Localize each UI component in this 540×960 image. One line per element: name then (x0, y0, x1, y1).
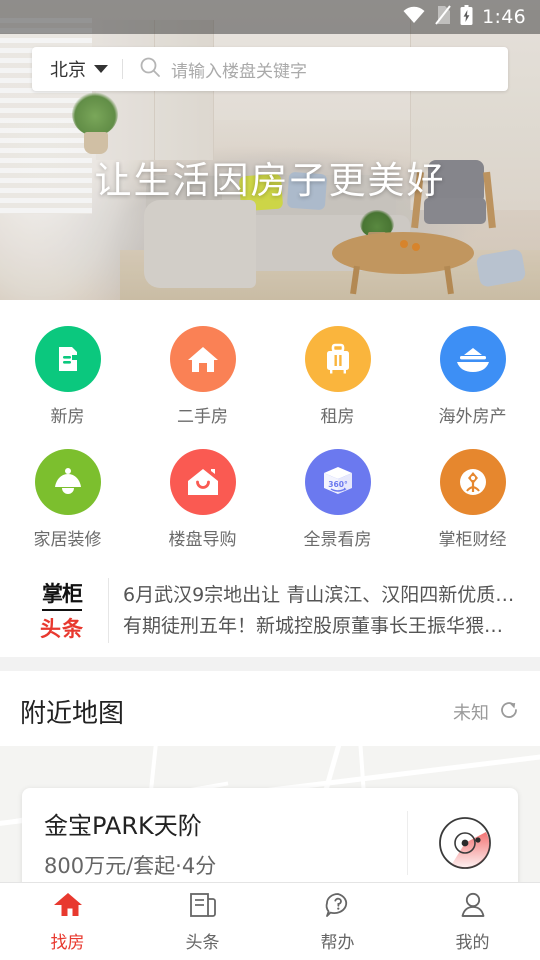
search-icon (139, 56, 161, 82)
home-icon (169, 326, 236, 392)
battery-charging-icon (460, 4, 473, 30)
home-icon (53, 891, 83, 923)
property-name: 金宝PARK天阶 (44, 812, 202, 840)
category-ershoufang[interactable]: 二手房 (135, 318, 270, 441)
question-icon (324, 891, 352, 923)
sim-card-off-icon (435, 5, 451, 29)
house-smile-icon (169, 449, 236, 515)
category-row-2: 家居装修 楼盘导购 360° 全景看房 掌柜财经 (0, 441, 540, 564)
property-detail: 800万元/套起·4分 (44, 854, 217, 878)
news-ticker[interactable]: 掌柜 头条 6月武汉9宗地出让 青山滨江、汉阳四新优质… 有期徒刑五年！新城控股… (0, 570, 540, 657)
nearby-map-section: 附近地图 未知 金宝PARK天阶 800万元/套起·4分 (0, 671, 540, 886)
tab-wode[interactable]: 我的 (405, 883, 540, 960)
category-zufang[interactable]: 租房 (270, 318, 405, 441)
category-row-1: 新房 二手房 租房 海外房产 (0, 318, 540, 441)
map-refresh-button[interactable]: 未知 (453, 699, 520, 725)
map-status-text: 未知 (453, 702, 489, 724)
category-label: 家居装修 (33, 530, 102, 550)
tab-label: 我的 (455, 932, 490, 953)
category-label: 全景看房 (303, 530, 372, 550)
news-headline[interactable]: 6月武汉9宗地出让 青山滨江、汉阳四新优质… (123, 580, 520, 611)
news-list: 6月武汉9宗地出让 青山滨江、汉阳四新优质… 有期徒刑五年！新城控股原董事长王振… (123, 580, 520, 642)
category-label: 海外房产 (438, 407, 507, 427)
search-bar[interactable]: 北京 请输入楼盘关键字 (32, 47, 508, 91)
radar-icon[interactable] (434, 814, 496, 872)
property-card-divider (407, 811, 408, 875)
tab-label: 帮办 (320, 932, 355, 953)
bottom-tab-bar: 找房 头条 帮办 我的 (0, 882, 540, 960)
category-label: 二手房 (177, 407, 228, 427)
page-title: 附近地图 (20, 699, 125, 729)
section-divider (0, 657, 540, 671)
tab-zhaofang[interactable]: 找房 (0, 883, 135, 960)
person-icon (459, 891, 487, 923)
property-info: 金宝PARK天阶 800万元/套起·4分 (44, 806, 399, 880)
hero-banner: 让生活因房子更美好 1:46 北京 请输入楼盘关键字 (0, 0, 540, 300)
category-jiajuzhuangxiu[interactable]: 家居装修 (0, 441, 135, 564)
nearby-map-header: 附近地图 未知 (0, 671, 540, 746)
tab-label: 头条 (185, 932, 220, 953)
tab-bangban[interactable]: 帮办 (270, 883, 405, 960)
hero-slogan: 让生活因房子更美好 (94, 159, 446, 202)
cube-360-icon: 360° (304, 449, 371, 515)
category-loupandaogou[interactable]: 楼盘导购 (135, 441, 270, 564)
city-name: 北京 (50, 60, 86, 81)
svg-text:360°: 360° (328, 480, 348, 489)
category-label: 新房 (50, 407, 85, 427)
category-grid: 新房 二手房 租房 海外房产 家居装修 楼盘导购 360° 全景看房 掌柜财经 (0, 300, 540, 570)
news-logo-bottom: 头条 (40, 617, 84, 641)
status-bar-time: 1:46 (482, 6, 526, 28)
category-label: 租房 (320, 407, 355, 427)
category-haiwaifangchan[interactable]: 海外房产 (405, 318, 540, 441)
city-selector[interactable]: 北京 (32, 47, 122, 91)
tab-toutiao[interactable]: 头条 (135, 883, 270, 960)
tab-label: 找房 (50, 932, 85, 953)
category-quanjingkanfang[interactable]: 360° 全景看房 (270, 441, 405, 564)
news-logo: 掌柜 头条 (20, 578, 104, 643)
category-label: 楼盘导购 (168, 530, 237, 550)
suitcase-icon (304, 326, 371, 392)
search-input[interactable]: 请输入楼盘关键字 (123, 56, 508, 82)
wifi-icon (402, 6, 426, 28)
category-label: 掌柜财经 (438, 530, 507, 550)
search-placeholder: 请输入楼盘关键字 (171, 61, 307, 82)
category-xinfang[interactable]: 新房 (0, 318, 135, 441)
document-icon (34, 326, 101, 392)
news-icon (189, 891, 217, 923)
refresh-icon (498, 699, 520, 725)
category-zhanguicaijing[interactable]: 掌柜财经 (405, 441, 540, 564)
tree-icon (439, 449, 506, 515)
news-logo-top: 掌柜 (42, 578, 83, 611)
map-canvas[interactable]: 金宝PARK天阶 800万元/套起·4分 (0, 746, 540, 886)
lamp-icon (34, 449, 101, 515)
news-divider (108, 578, 109, 643)
status-bar: 1:46 (0, 0, 540, 34)
ship-icon (439, 326, 506, 392)
property-card[interactable]: 金宝PARK天阶 800万元/套起·4分 (22, 788, 518, 886)
chevron-down-icon (94, 65, 108, 73)
news-headline[interactable]: 有期徒刑五年！新城控股原董事长王振华猥… (123, 611, 520, 642)
